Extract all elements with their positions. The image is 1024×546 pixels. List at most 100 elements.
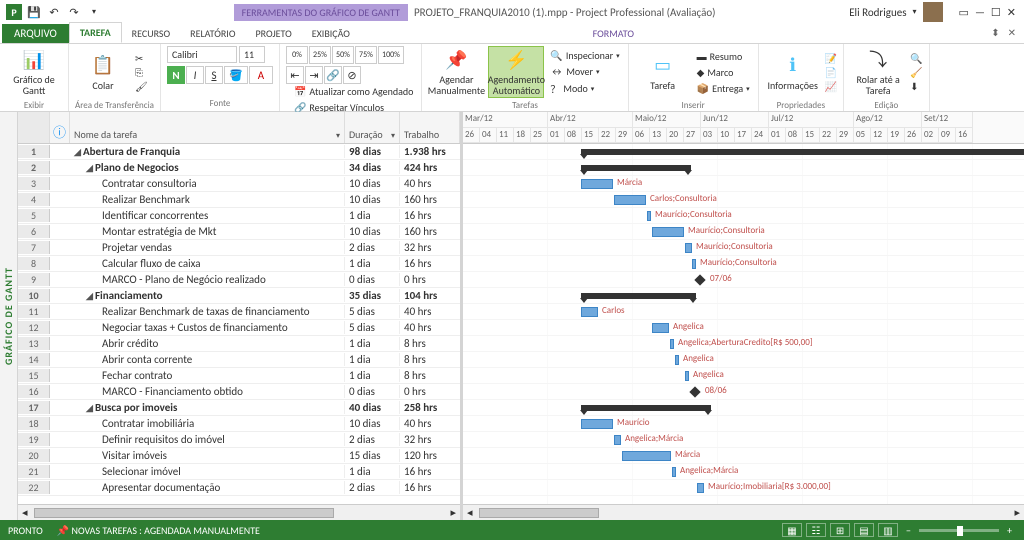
update-as-scheduled[interactable]: 📅Atualizar como Agendado [292,84,415,99]
task-bar[interactable] [614,195,646,205]
table-row[interactable]: 22Apresentar documentação2 dias16 hrs [18,480,460,496]
table-row[interactable]: 19Definir requisitos do imóvel2 dias32 h… [18,432,460,448]
ribbon-minimize-icon[interactable]: ▭ [959,6,969,19]
table-row[interactable]: 4Realizar Benchmark10 dias160 hrs [18,192,460,208]
outdent-button[interactable]: ⇤ [286,66,304,84]
table-row[interactable]: 12Negociar taxas + Custos de financiamen… [18,320,460,336]
bold-button[interactable]: N [167,66,185,84]
table-row[interactable]: 9MARCO - Plano de Negócio realizado0 dia… [18,272,460,288]
gantt-row[interactable] [463,160,1024,176]
table-row[interactable]: 13Abrir crédito1 dia8 hrs [18,336,460,352]
task-bar[interactable] [675,355,679,365]
close-icon[interactable]: ✕ [1007,6,1016,19]
table-row[interactable]: 16MARCO - Financiamento obtido0 dias0 hr… [18,384,460,400]
task-bar[interactable] [581,307,598,317]
redo-icon[interactable]: ↷ [66,4,82,20]
fill-icon[interactable]: ⬇ [910,80,922,93]
user-area[interactable]: Eli Rodrigues ▾ [841,2,950,22]
gantt-row[interactable]: Maurício [463,416,1024,432]
timeline-header[interactable]: Mar/12Abr/12Maio/12Jun/12Jul/12Ago/12Set… [463,112,1024,144]
summary-button[interactable]: ▬Resumo [695,49,752,64]
cut-icon[interactable]: ✂ [135,52,148,65]
gantt-row[interactable]: Carlos [463,304,1024,320]
task-bar[interactable] [652,227,684,237]
summary-bar[interactable] [581,293,696,299]
milestone-button[interactable]: ◆Marco [695,65,752,80]
fill-color-button[interactable]: 🪣 [224,66,248,84]
underline-button[interactable]: S [205,66,223,84]
manual-schedule-button[interactable]: 📌 Agendar Manualmente [428,46,484,98]
table-row[interactable]: 6Montar estratégia de Mkt10 dias160 hrs [18,224,460,240]
col-name[interactable]: Nome da tarefa▾ [70,112,345,143]
maximize-icon[interactable]: ☐ [991,6,1001,19]
notes-icon[interactable]: 📝 [825,52,837,65]
gantt-row[interactable]: Márcia [463,176,1024,192]
table-row[interactable]: 8Calcular fluxo de caixa1 dia16 hrs [18,256,460,272]
tab-recurso[interactable]: RECURSO [122,24,180,43]
gantt-row[interactable]: Maurício;Consultoria [463,256,1024,272]
gantt-row[interactable] [463,144,1024,160]
table-row[interactable]: 3Contratar consultoria10 dias40 hrs [18,176,460,192]
view-resource-icon[interactable]: ▤ [854,523,874,537]
tab-tarefa[interactable]: TAREFA [69,22,122,43]
col-work[interactable]: Trabalho [400,112,460,143]
task-bar[interactable] [622,451,671,461]
italic-button[interactable]: I [186,66,204,84]
move-button[interactable]: ↔Mover▾ [548,64,621,79]
gantt-h-scrollbar[interactable]: ◂▸ [463,504,1024,520]
table-row[interactable]: 17Busca por imoveis40 dias258 hrs [18,400,460,416]
col-rownum[interactable] [18,112,50,143]
task-bar[interactable] [692,259,696,269]
font-color-button[interactable]: A [249,66,273,84]
view-gantt-icon[interactable]: ▦ [782,523,802,537]
col-info[interactable]: ⓘ [50,112,70,143]
gantt-row[interactable]: Angelica [463,368,1024,384]
view-report-icon[interactable]: ▥ [878,523,898,537]
qat-more-icon[interactable]: ▾ [86,4,102,20]
indent-button[interactable]: ⇥ [305,66,323,84]
summary-bar[interactable] [581,405,711,411]
task-bar[interactable] [670,339,674,349]
task-bar[interactable] [652,323,669,333]
paste-button[interactable]: 📋 Colar [75,46,131,98]
gantt-row[interactable] [463,400,1024,416]
zoom-slider[interactable] [919,529,999,532]
pct-50[interactable]: 50% [332,46,354,64]
unlink-button[interactable]: ⊘ [343,66,361,84]
gantt-row[interactable]: Angelica;AberturaCredito[R$ 500,00] [463,336,1024,352]
task-button[interactable]: ▭ Tarefa [635,46,691,98]
tab-exibicao[interactable]: EXIBIÇÃO [302,24,360,43]
auto-schedule-button[interactable]: ⚡ Agendamento Automático [488,46,544,98]
minimize-icon[interactable]: — [975,6,985,19]
task-bar[interactable] [581,419,613,429]
table-row[interactable]: 20Visitar imóveis15 dias120 hrs [18,448,460,464]
gantt-row[interactable]: Carlos;Consultoria [463,192,1024,208]
summary-bar[interactable] [581,165,691,171]
zoom-in-icon[interactable]: + [1003,524,1016,537]
task-bar[interactable] [581,179,613,189]
zoom-out-icon[interactable]: − [902,524,915,537]
clear-icon[interactable]: 🧹 [910,66,922,79]
task-bar[interactable] [697,483,704,493]
gantt-body[interactable]: MárciaCarlos;ConsultoriaMaurício;Consult… [463,144,1024,504]
copy-icon[interactable]: ⎘ [135,66,148,79]
deliverable-button[interactable]: 📦Entrega▾ [695,81,752,96]
task-h-scrollbar[interactable]: ◂▸ [18,504,460,520]
file-tab[interactable]: ARQUIVO [2,24,69,43]
task-body[interactable]: 1Abertura de Franquia98 dias1.938 hrs2Pl… [18,144,460,504]
milestone-marker[interactable] [689,386,700,397]
timeline-icon[interactable]: 📈 [825,80,837,93]
task-bar[interactable] [685,243,692,253]
find-icon[interactable]: 🔍 [910,52,922,65]
table-row[interactable]: 1Abertura de Franquia98 dias1.938 hrs [18,144,460,160]
gantt-chart-button[interactable]: 📊 Gráfico de Gantt [6,46,62,98]
gantt-row[interactable]: Márcia [463,448,1024,464]
gantt-row[interactable]: 08/06 [463,384,1024,400]
inner-close-icon[interactable]: ✕ [1008,26,1016,39]
gantt-row[interactable]: 07/06 [463,272,1024,288]
mode-button[interactable]: ？Modo▾ [548,80,621,97]
link-button[interactable]: 🔗 [324,66,342,84]
save-icon[interactable]: 💾 [26,4,42,20]
task-bar[interactable] [647,211,651,221]
gantt-row[interactable]: Angelica;Márcia [463,464,1024,480]
